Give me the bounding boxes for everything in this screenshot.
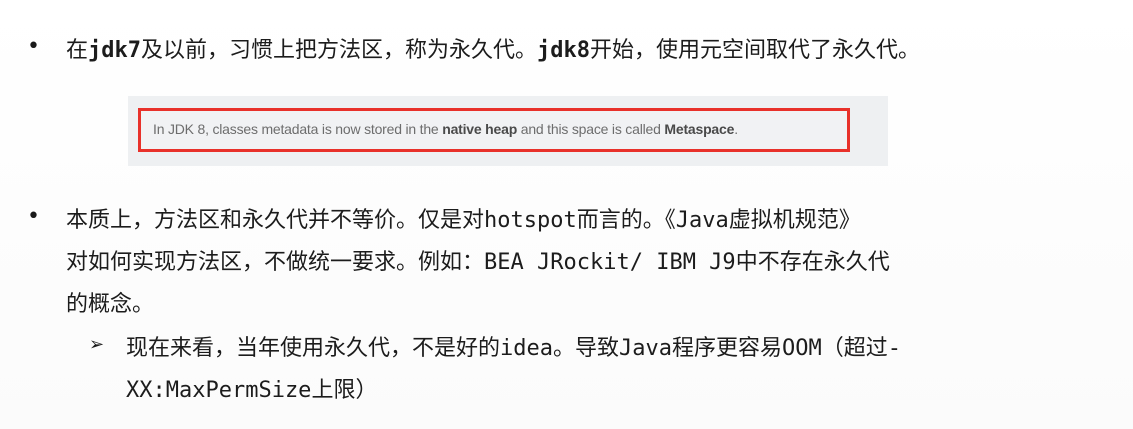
- idea-term: idea: [500, 336, 553, 361]
- bullet-marker: •: [27, 34, 40, 59]
- jdk7-term: jdk7: [88, 38, 141, 63]
- quote-segment: .: [734, 121, 738, 137]
- text-segment: 中不存在永久代: [735, 250, 890, 275]
- quote-text: In JDK 8, classes metadata is now stored…: [153, 121, 738, 137]
- text-segment: 本质上，方法区和永久代并不等价。仅是对: [66, 208, 485, 233]
- quote-segment: In JDK 8, classes metadata is now stored…: [153, 121, 443, 137]
- java-term: Java: [675, 208, 729, 233]
- text-segment: 上限）: [311, 378, 378, 403]
- metaspace-term: Metaspace: [664, 121, 735, 137]
- jvm-names: BEA JRockit/ IBM J9: [484, 250, 736, 275]
- text-segment: （超过: [821, 336, 888, 361]
- text-segment: 开始，使用元空间取代了永久代。: [590, 38, 921, 63]
- jdk8-term: jdk8: [537, 38, 590, 63]
- arrow-bullet-icon: ➢: [89, 334, 105, 355]
- bullet2-line2: 对如何实现方法区，不做统一要求。例如：BEA JRockit/ IBM J9中不…: [66, 244, 890, 276]
- text-segment: 而言的。《: [576, 208, 676, 233]
- bullet-marker: •: [27, 204, 40, 229]
- text-segment: 程序更容易: [672, 336, 783, 361]
- text-segment: 现在来看，当年使用永久代，不是好的: [126, 336, 501, 361]
- hotspot-term: hotspot: [484, 208, 577, 233]
- java-term: Java: [619, 336, 672, 361]
- text-segment: 虚拟机规范》: [728, 208, 861, 233]
- dash: -: [887, 336, 902, 361]
- quote-image: In JDK 8, classes metadata is now stored…: [128, 96, 888, 166]
- text-segment: 对如何实现方法区，不做统一要求。例如：: [66, 250, 485, 275]
- red-highlight-box: In JDK 8, classes metadata is now stored…: [138, 108, 850, 152]
- text-segment: 在: [66, 38, 89, 63]
- text-segment: 及以前，习惯上把方法区，称为永久代。: [141, 38, 538, 63]
- quote-segment: and this space is called: [517, 121, 665, 137]
- oom-term: OOM: [782, 336, 822, 361]
- sub-line1: 现在来看，当年使用永久代，不是好的idea。导致Java程序更容易OOM（超过-: [126, 330, 901, 362]
- slide: • 在jdk7及以前，习惯上把方法区，称为永久代。jdk8开始，使用元空间取代了…: [0, 0, 1133, 429]
- bullet2-line3: 的概念。: [66, 292, 155, 317]
- native-heap-term: native heap: [442, 121, 518, 137]
- text-segment: 。导致: [553, 336, 620, 361]
- bullet2-line1: 本质上，方法区和永久代并不等价。仅是对hotspot而言的。《Java虚拟机规范…: [66, 202, 861, 234]
- maxpermsize-term: XX:MaxPermSize: [126, 378, 312, 403]
- sub-line2: XX:MaxPermSize上限）: [126, 372, 377, 404]
- bullet1-text: 在jdk7及以前，习惯上把方法区，称为永久代。jdk8开始，使用元空间取代了永久…: [66, 32, 920, 64]
